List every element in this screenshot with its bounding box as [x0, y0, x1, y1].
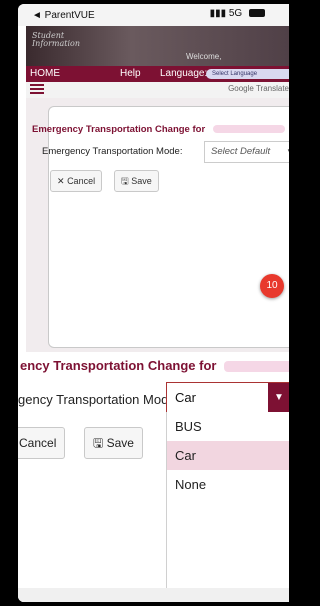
nav-bar: HOME Help Language: Select Language — [26, 66, 289, 82]
hamburger-menu-icon[interactable] — [30, 84, 44, 96]
translate-bar: Google Translate — [26, 82, 289, 98]
welcome-text: Welcome, — [186, 52, 222, 61]
save-icon: 🖫 — [121, 176, 129, 186]
zoomed-modal-title: ency Transportation Change for — [20, 358, 289, 373]
dropdown-option-car[interactable]: Car — [167, 441, 289, 470]
step-badge: 10 — [260, 274, 284, 298]
site-header: Student Information Welcome, — [26, 26, 289, 66]
mode-select-value: Select Default — [211, 146, 271, 157]
mode-label: Emergency Transportation Mode: — [42, 146, 183, 157]
dropdown-option-bus[interactable]: BUS — [167, 412, 289, 441]
cancel-button[interactable]: ✕ Cancel — [50, 170, 103, 192]
save-button[interactable]: 🖫 Save — [114, 170, 159, 192]
nav-home-link[interactable]: HOME — [30, 68, 60, 79]
zoomed-detail: ency Transportation Change for gency Tra… — [18, 352, 289, 602]
back-to-app-link[interactable]: ◄ ParentVUE — [32, 10, 95, 21]
language-label: Language: — [160, 68, 208, 79]
network-label: 5G — [228, 8, 243, 19]
chevron-down-icon: ▼ — [268, 383, 289, 413]
page-backdrop: Emergency Transportation Change for Emer… — [26, 98, 289, 352]
status-icons: ▮▮▮ 5G — [210, 8, 265, 19]
zoomed-mode-select-value: Car — [175, 390, 196, 405]
modal-title: Emergency Transportation Change for — [32, 124, 286, 135]
mode-dropdown-list: BUS Car None — [166, 412, 289, 602]
battery-icon — [249, 9, 265, 18]
google-translate-label: Google Translate — [228, 84, 289, 93]
phone-screen: ◄ ParentVUE ▮▮▮ 5G Student Information W… — [18, 4, 289, 602]
zoomed-mode-select[interactable]: Car ▼ — [166, 382, 289, 414]
close-icon: ✕ — [57, 176, 65, 186]
signal-icon: ▮▮▮ — [209, 8, 227, 19]
redacted-student-name — [213, 125, 286, 134]
zoomed-save-button[interactable]: 🖫 Save — [84, 427, 143, 459]
redacted-student-name — [224, 361, 289, 373]
site-logo: Student Information — [32, 31, 81, 48]
save-icon: 🖫 — [93, 436, 104, 450]
bottom-toolbar — [18, 588, 289, 602]
language-select[interactable]: Select Language — [206, 69, 289, 79]
dropdown-option-none[interactable]: None — [167, 470, 289, 499]
mode-select[interactable]: Select Default ▼ — [204, 141, 289, 163]
zoomed-cancel-button[interactable]: Cancel — [18, 427, 66, 459]
status-bar: ◄ ParentVUE ▮▮▮ 5G — [18, 4, 289, 26]
chevron-down-icon: ▼ — [286, 147, 289, 156]
nav-help-link[interactable]: Help — [120, 68, 141, 79]
zoomed-mode-label: gency Transportation Mode: — [18, 392, 180, 407]
